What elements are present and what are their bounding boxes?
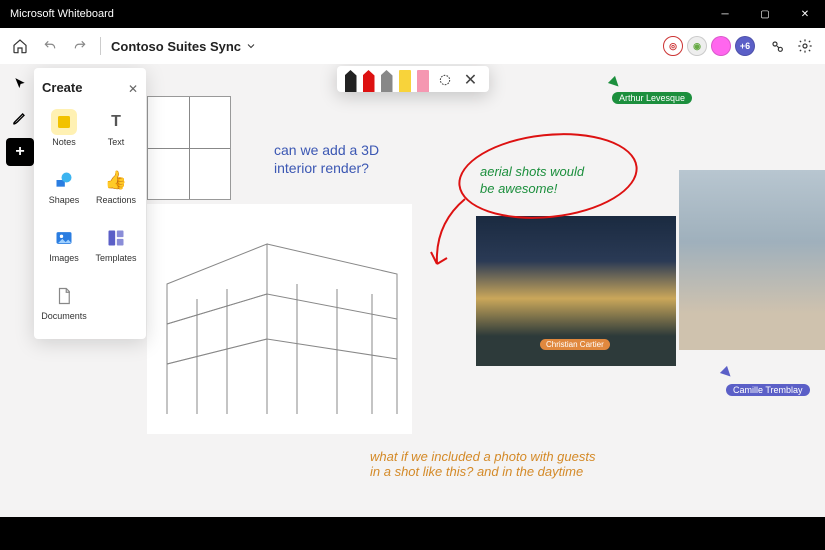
- sketch-drawing: [147, 204, 412, 434]
- collaborator-label-camille: Camille Tremblay: [728, 384, 810, 396]
- participant-avatar-1[interactable]: ◎: [663, 36, 683, 56]
- pen-tray: ✕: [337, 66, 489, 92]
- create-shapes[interactable]: Shapes: [40, 159, 88, 213]
- home-button[interactable]: [8, 34, 32, 58]
- participant-overflow[interactable]: +6: [735, 36, 755, 56]
- pen-tray-close[interactable]: ✕: [461, 70, 481, 90]
- select-tool[interactable]: [6, 70, 34, 98]
- window-close-button[interactable]: ✕: [785, 0, 825, 28]
- red-ink-arrow[interactable]: [425, 194, 475, 274]
- whiteboard-canvas[interactable]: + Create ✕ Notes TText Shapes 👍Reactions…: [0, 64, 825, 517]
- app-title: Microsoft Whiteboard: [10, 8, 114, 20]
- pen-icon: [12, 110, 28, 126]
- annotation-green[interactable]: aerial shots would be awesome!: [480, 164, 584, 198]
- highlighter-yellow[interactable]: [399, 70, 411, 92]
- create-panel: Create ✕ Notes TText Shapes 👍Reactions I…: [34, 68, 146, 339]
- board-title-dropdown[interactable]: Contoso Suites Sync: [109, 39, 257, 54]
- window-titlebar: Microsoft Whiteboard ─ ▢ ✕: [0, 0, 825, 28]
- window-minimize-button[interactable]: ─: [705, 0, 745, 28]
- annotation-orange[interactable]: what if we included a photo with guests …: [370, 449, 595, 479]
- gear-icon: [797, 38, 813, 54]
- participant-avatar-2[interactable]: ◉: [687, 36, 707, 56]
- create-panel-title: Create: [40, 76, 84, 101]
- pen-black[interactable]: [345, 70, 357, 92]
- lobby-interior-photo[interactable]: [679, 170, 825, 350]
- ink-tool[interactable]: [6, 104, 34, 132]
- pen-red[interactable]: [363, 70, 375, 92]
- share-icon: [769, 38, 785, 54]
- collaborator-label-arthur: Arthur Levesque: [614, 92, 692, 104]
- create-notes[interactable]: Notes: [40, 101, 88, 155]
- home-icon: [12, 38, 28, 54]
- create-images[interactable]: Images: [40, 217, 88, 271]
- pointer-icon: [13, 77, 27, 91]
- collaborator-cursor-arthur: [610, 78, 620, 88]
- undo-button[interactable]: [38, 34, 62, 58]
- collaborator-cursor-camille: [722, 368, 732, 378]
- lasso-icon: [438, 73, 452, 87]
- building-sketch-image[interactable]: [147, 204, 412, 434]
- create-documents[interactable]: Documents: [40, 275, 88, 329]
- plus-icon: +: [15, 143, 24, 161]
- participant-avatar-3[interactable]: [711, 36, 731, 56]
- photo-label-christian: Christian Cartier: [540, 339, 610, 350]
- share-button[interactable]: [765, 34, 789, 58]
- redo-icon: [73, 39, 87, 53]
- board-title: Contoso Suites Sync: [111, 39, 241, 54]
- create-panel-close[interactable]: ✕: [128, 82, 140, 96]
- floorplan-image[interactable]: [147, 96, 231, 200]
- window-maximize-button[interactable]: ▢: [745, 0, 785, 28]
- toolbar-divider: [100, 37, 101, 55]
- create-templates[interactable]: Templates: [92, 217, 140, 271]
- main-toolbar: Contoso Suites Sync ◎ ◉ +6: [0, 28, 825, 64]
- undo-icon: [43, 39, 57, 53]
- lasso-select[interactable]: [435, 70, 455, 90]
- chevron-down-icon: [245, 40, 257, 52]
- pen-gray[interactable]: [381, 70, 393, 92]
- redo-button[interactable]: [68, 34, 92, 58]
- annotation-blue[interactable]: can we add a 3D interior render?: [274, 142, 379, 177]
- create-text[interactable]: TText: [92, 101, 140, 155]
- add-tool[interactable]: +: [6, 138, 34, 166]
- create-reactions[interactable]: 👍Reactions: [92, 159, 140, 213]
- highlighter-pink[interactable]: [417, 70, 429, 92]
- settings-button[interactable]: [793, 34, 817, 58]
